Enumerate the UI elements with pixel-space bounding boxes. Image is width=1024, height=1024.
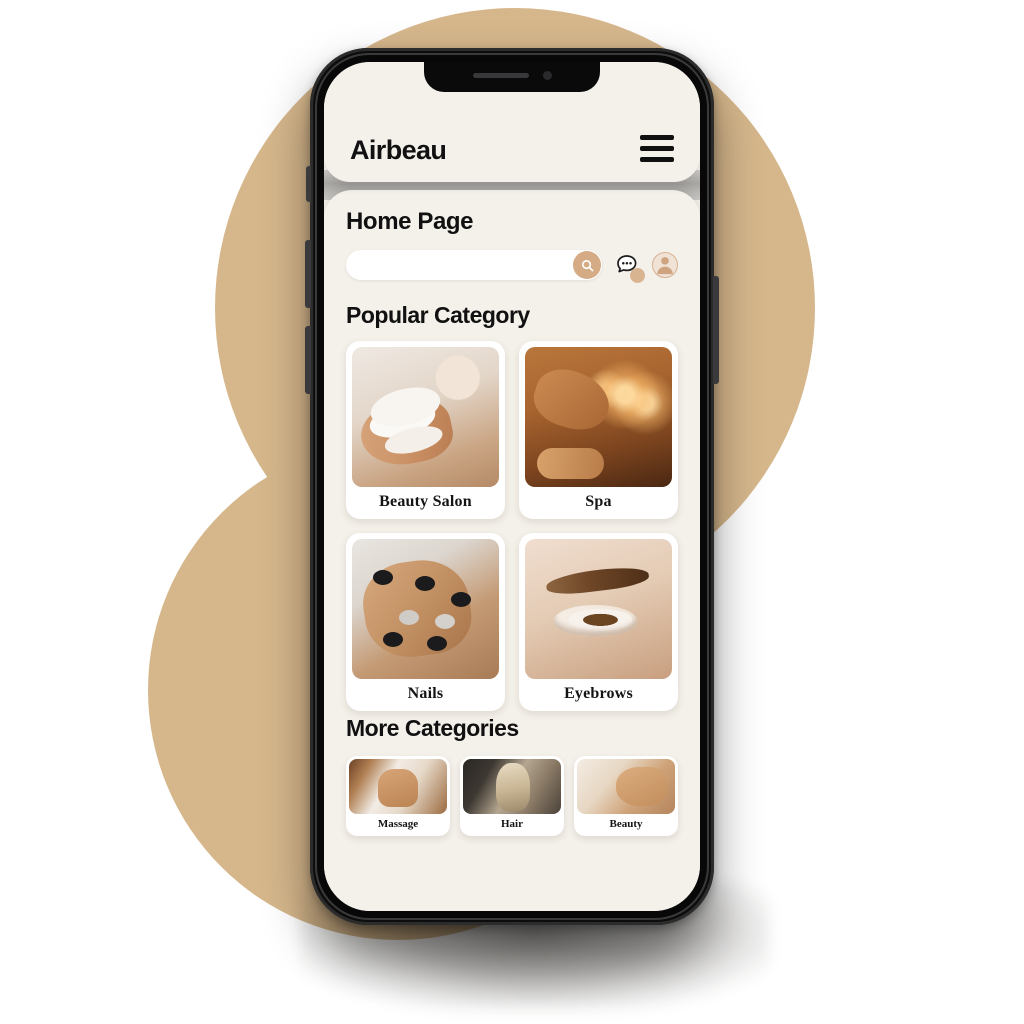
- category-label: Nails: [407, 685, 444, 702]
- more-category-card-hair[interactable]: Hair: [460, 756, 564, 836]
- category-card-nails[interactable]: Nails: [346, 533, 505, 711]
- category-thumbnail: [352, 539, 499, 679]
- more-category-label: Beauty: [609, 818, 643, 830]
- volume-down-button[interactable]: [305, 326, 311, 394]
- popular-category-grid: Beauty Salon Spa Nails Eyebrows: [346, 341, 678, 711]
- more-category-label: Massage: [377, 818, 419, 830]
- app-brand-title: Airbeau: [350, 135, 447, 165]
- front-camera: [542, 70, 552, 80]
- search-row: [346, 250, 678, 283]
- phone-device-frame: Airbeau Home Page Popular Category Beaut…: [305, 48, 719, 925]
- silent-switch-button[interactable]: [306, 166, 311, 202]
- category-card-beauty-salon[interactable]: Beauty Salon: [346, 341, 505, 519]
- power-button[interactable]: [713, 276, 719, 384]
- volume-up-button[interactable]: [305, 240, 311, 308]
- search-input[interactable]: [360, 259, 566, 271]
- hamburger-bar-3: [640, 157, 674, 162]
- chat-notification-badge: [630, 268, 645, 283]
- hamburger-bar-1: [640, 135, 674, 140]
- search-field-wrapper[interactable]: [346, 250, 602, 280]
- more-categories-row: Massage Hair Beauty: [346, 756, 678, 836]
- category-thumbnail: [525, 539, 672, 679]
- more-category-card-beauty[interactable]: Beauty: [574, 756, 678, 836]
- category-label: Beauty Salon: [379, 493, 472, 510]
- eye-closeup-lashes-image: [525, 539, 672, 679]
- category-label: Eyebrows: [564, 685, 633, 702]
- page-title: Home Page: [346, 208, 474, 235]
- category-card-spa[interactable]: Spa: [519, 341, 678, 519]
- more-category-thumbnail: [463, 759, 561, 814]
- category-label: Spa: [585, 493, 612, 510]
- popular-category-title: Popular Category: [346, 302, 530, 328]
- category-thumbnail: [525, 347, 672, 487]
- hamburger-menu-icon[interactable]: [640, 131, 674, 166]
- category-card-eyebrows[interactable]: Eyebrows: [519, 533, 678, 711]
- more-category-thumbnail: [349, 759, 447, 814]
- back-massage-image: [349, 759, 447, 814]
- more-categories-title: More Categories: [346, 715, 519, 741]
- phone-screen: Airbeau Home Page Popular Category Beaut…: [324, 62, 700, 911]
- more-category-thumbnail: [577, 759, 675, 814]
- search-icon[interactable]: [573, 251, 601, 279]
- spa-candles-massage-image: [525, 347, 672, 487]
- category-thumbnail: [352, 347, 499, 487]
- hair-styling-salon-image: [463, 759, 561, 814]
- manicured-hands-image: [352, 539, 499, 679]
- facial-beauty-treatment-image: [577, 759, 675, 814]
- facial-mask-treatment-image: [352, 347, 499, 487]
- home-content-card: Home Page Popular Category Beauty Salon …: [324, 190, 700, 911]
- more-category-card-massage[interactable]: Massage: [346, 756, 450, 836]
- more-category-label: Hair: [501, 818, 523, 830]
- mockup-stage: Airbeau Home Page Popular Category Beaut…: [0, 0, 1024, 1024]
- user-avatar-icon[interactable]: [652, 252, 678, 278]
- earpiece-speaker: [472, 72, 529, 78]
- hamburger-bar-2: [640, 146, 674, 151]
- chat-bubble-icon[interactable]: [614, 252, 645, 283]
- phone-notch: [424, 62, 600, 92]
